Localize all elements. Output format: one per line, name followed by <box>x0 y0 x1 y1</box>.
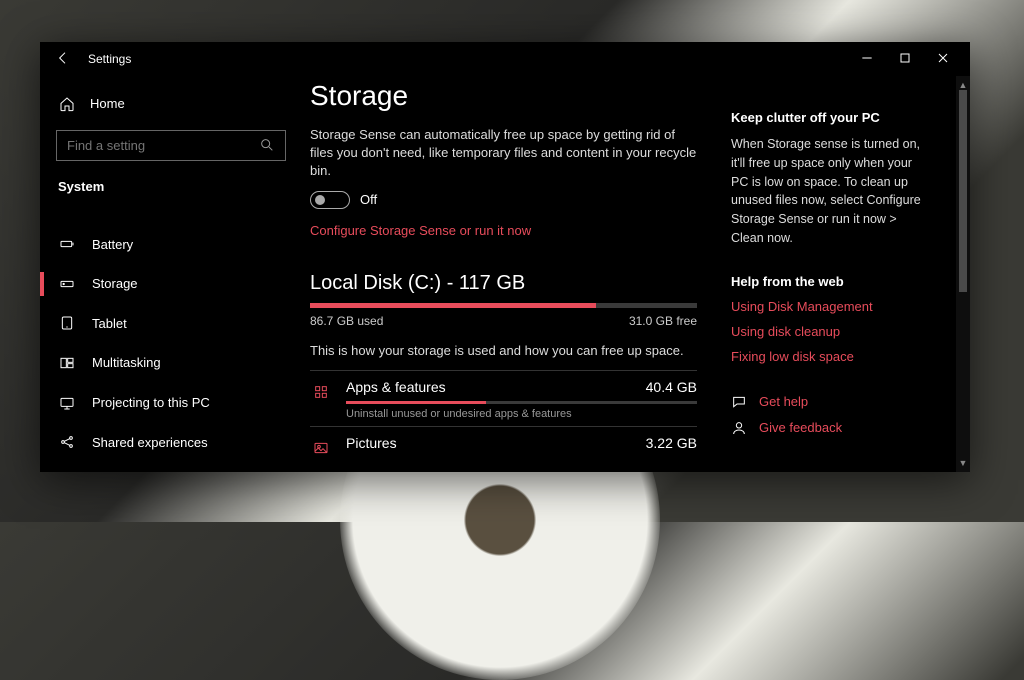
main-content: Storage Storage Sense can automatically … <box>300 76 715 472</box>
give-feedback-link[interactable]: Give feedback <box>731 420 932 436</box>
sidebar-item-tablet[interactable]: Tablet <box>52 304 290 344</box>
category-size: 40.4 GB <box>646 379 697 395</box>
usage-description: This is how your storage is used and how… <box>310 342 697 360</box>
feedback-icon <box>731 420 747 436</box>
help-web-title: Help from the web <box>731 274 932 289</box>
scrollbar[interactable]: ▲ ▼ <box>956 76 970 472</box>
chat-icon <box>731 394 747 410</box>
search-input[interactable] <box>67 138 259 153</box>
scroll-up-icon: ▲ <box>959 80 968 90</box>
section-label: System <box>52 173 290 224</box>
maximize-button[interactable] <box>886 50 924 69</box>
disk-usage-bar <box>310 303 697 308</box>
scroll-down-icon: ▼ <box>959 458 968 468</box>
sidebar-item-label: Projecting to this PC <box>92 395 210 410</box>
back-button[interactable] <box>48 50 78 69</box>
search-box[interactable] <box>56 130 286 162</box>
sidebar-item-label: Battery <box>92 237 133 252</box>
sidebar: Home System Battery Storage Tablet Mu <box>40 76 300 472</box>
storage-category-pictures[interactable]: Pictures 3.22 GB <box>310 426 697 465</box>
disk-used-label: 86.7 GB used <box>310 314 383 328</box>
category-name: Apps & features <box>346 379 446 395</box>
storage-sense-toggle[interactable] <box>310 191 350 209</box>
sidebar-item-storage[interactable]: Storage <box>52 264 290 304</box>
home-link[interactable]: Home <box>52 86 290 122</box>
sidebar-item-multitasking[interactable]: Multitasking <box>52 343 290 383</box>
page-title: Storage <box>310 80 697 112</box>
projecting-icon <box>58 395 76 411</box>
minimize-icon <box>859 50 875 66</box>
multitasking-icon <box>58 355 76 371</box>
tablet-icon <box>58 315 76 331</box>
configure-storage-sense-link[interactable]: Configure Storage Sense or run it now <box>310 223 697 238</box>
scroll-thumb[interactable] <box>959 90 967 292</box>
sidebar-item-projecting[interactable]: Projecting to this PC <box>52 383 290 423</box>
right-panel: Keep clutter off your PC When Storage se… <box>715 76 956 472</box>
help-link-low-disk[interactable]: Fixing low disk space <box>731 349 932 364</box>
clutter-title: Keep clutter off your PC <box>731 110 932 125</box>
sidebar-item-label: Shared experiences <box>92 435 208 450</box>
sidebar-item-label: Multitasking <box>92 355 161 370</box>
home-icon <box>58 96 76 112</box>
storage-icon <box>58 276 76 292</box>
arrow-left-icon <box>55 50 71 66</box>
shared-icon <box>58 434 76 450</box>
title-bar: Settings <box>40 42 970 76</box>
window-title: Settings <box>88 52 131 66</box>
settings-window: Settings Home System <box>40 42 970 472</box>
maximize-icon <box>897 50 913 66</box>
sidebar-item-label: Storage <box>92 276 138 291</box>
sidebar-item-shared[interactable]: Shared experiences <box>52 422 290 462</box>
pictures-icon <box>310 437 332 459</box>
home-label: Home <box>90 96 125 111</box>
category-hint: Uninstall unused or undesired apps & fea… <box>346 408 697 420</box>
clutter-body: When Storage sense is turned on, it'll f… <box>731 135 932 248</box>
disk-free-label: 31.0 GB free <box>629 314 697 328</box>
help-link-disk-cleanup[interactable]: Using disk cleanup <box>731 324 932 339</box>
toggle-state-label: Off <box>360 192 377 207</box>
apps-icon <box>310 381 332 403</box>
category-size: 3.22 GB <box>646 435 697 451</box>
minimize-button[interactable] <box>848 50 886 69</box>
storage-sense-description: Storage Sense can automatically free up … <box>310 126 697 181</box>
sidebar-item-battery[interactable]: Battery <box>52 224 290 264</box>
battery-icon <box>58 236 76 252</box>
sidebar-item-label: Tablet <box>92 316 127 331</box>
storage-category-apps[interactable]: Apps & features 40.4 GB Uninstall unused… <box>310 370 697 426</box>
help-link-disk-management[interactable]: Using Disk Management <box>731 299 932 314</box>
close-icon <box>935 50 951 66</box>
local-disk-title: Local Disk (C:) - 117 GB <box>310 272 697 295</box>
category-name: Pictures <box>346 435 397 451</box>
close-button[interactable] <box>924 50 962 69</box>
get-help-link[interactable]: Get help <box>731 394 932 410</box>
search-icon <box>259 137 275 153</box>
